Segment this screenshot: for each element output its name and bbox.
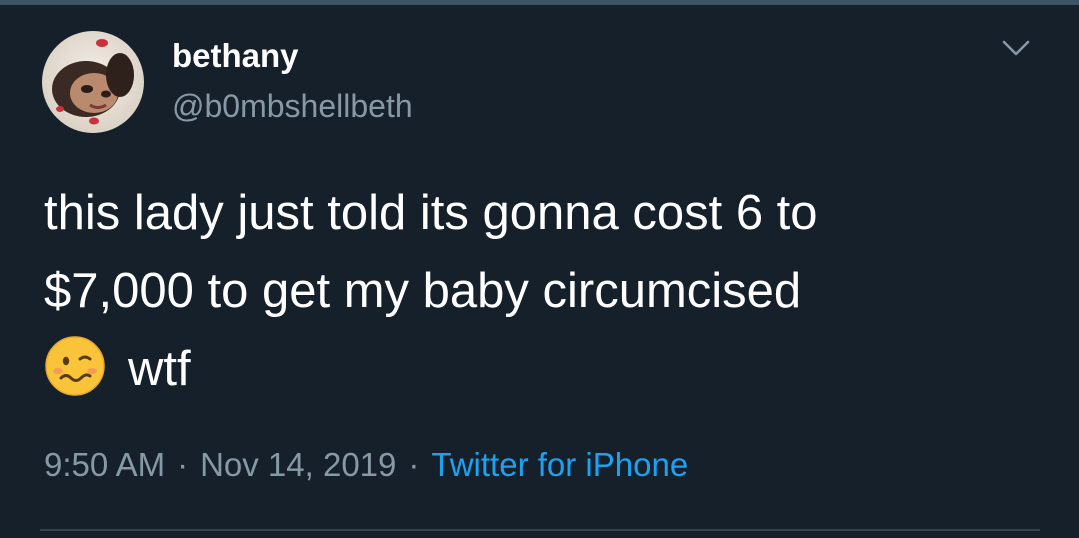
avatar-image bbox=[42, 31, 144, 133]
top-divider bbox=[0, 0, 1079, 5]
tweet-time[interactable]: 9:50 AM bbox=[44, 446, 165, 483]
tweet-text-line: wtf bbox=[44, 330, 1044, 408]
tweet-text-line: $7,000 to get my baby circumcised bbox=[44, 264, 802, 318]
author-handle[interactable]: @b0mbshellbeth bbox=[172, 86, 413, 126]
tweet-text-tail: wtf bbox=[128, 342, 191, 396]
tweet-meta: 9:50 AM · Nov 14, 2019 · Twitter for iPhone bbox=[44, 443, 688, 487]
tweet-source-link[interactable]: Twitter for iPhone bbox=[431, 446, 688, 483]
meta-separator: · bbox=[408, 446, 420, 483]
author-display-name[interactable]: bethany bbox=[172, 36, 299, 76]
tweet-text: this lady just told its gonna cost 6 to … bbox=[44, 174, 1044, 408]
chevron-down-icon[interactable] bbox=[998, 34, 1034, 64]
woozy-face-emoji bbox=[44, 335, 106, 397]
tweet-text-line: this lady just told its gonna cost 6 to bbox=[44, 186, 818, 240]
avatar[interactable] bbox=[42, 31, 144, 133]
meta-separator: · bbox=[177, 446, 189, 483]
tweet-date[interactable]: Nov 14, 2019 bbox=[200, 446, 396, 483]
bottom-divider bbox=[40, 529, 1040, 531]
